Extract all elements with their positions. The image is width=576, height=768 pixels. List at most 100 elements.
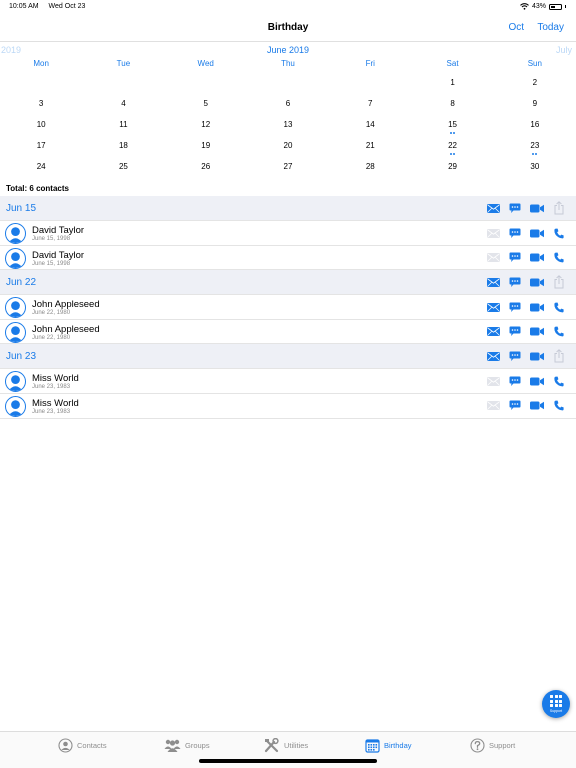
person-circle-icon <box>58 738 73 753</box>
calendar-day[interactable]: 18 <box>82 135 164 156</box>
calendar-day[interactable]: 26 <box>165 156 247 177</box>
call-button[interactable] <box>548 399 570 413</box>
calendar-day[interactable]: 2 <box>494 72 576 93</box>
video-call-button[interactable] <box>526 300 548 314</box>
call-button[interactable] <box>548 300 570 314</box>
next-month-label[interactable]: July <box>556 45 572 55</box>
message-button[interactable] <box>504 399 526 413</box>
email-button[interactable] <box>482 251 504 265</box>
calendar-day[interactable]: 14 <box>329 114 411 135</box>
calendar-day[interactable]: 8 <box>411 93 493 114</box>
group-actions <box>482 275 570 289</box>
calendar-day[interactable]: 17 <box>0 135 82 156</box>
video-call-button[interactable] <box>526 325 548 339</box>
message-button[interactable] <box>504 300 526 314</box>
group-message-button[interactable] <box>504 275 526 289</box>
message-button[interactable] <box>504 325 526 339</box>
tab-contacts[interactable]: Contacts <box>58 738 107 753</box>
group-email-button[interactable] <box>482 275 504 289</box>
fab-label: Support <box>549 708 563 713</box>
calendar-day-number: 12 <box>201 120 211 129</box>
calendar-day-number: 20 <box>283 141 293 150</box>
video-call-button[interactable] <box>526 251 548 265</box>
message-button[interactable] <box>504 251 526 265</box>
calendar-day-number: 7 <box>368 99 373 108</box>
navigation-bar: Birthday Oct Today <box>0 14 576 42</box>
group-video-button[interactable] <box>526 201 548 215</box>
calendar-day[interactable]: 29 <box>411 156 493 177</box>
mail-icon <box>486 401 500 411</box>
calendar-day[interactable]: 19 <box>165 135 247 156</box>
calendar-day[interactable]: 28 <box>329 156 411 177</box>
video-call-icon <box>530 401 544 410</box>
calendar-day[interactable]: 11 <box>82 114 164 135</box>
email-button[interactable] <box>482 325 504 339</box>
calendar-day[interactable]: 24 <box>0 156 82 177</box>
contact-row[interactable]: John Appleseed June 22, 1980 <box>0 319 576 345</box>
calendar-day[interactable]: 23 <box>494 135 576 156</box>
today-button[interactable]: Today <box>537 22 564 33</box>
avatar <box>5 223 26 244</box>
calendar-day[interactable]: 3 <box>0 93 82 114</box>
calendar-day[interactable]: 16 <box>494 114 576 135</box>
calendar-day[interactable]: 7 <box>329 93 411 114</box>
calendar-day-number: 14 <box>365 120 375 129</box>
message-button[interactable] <box>504 226 526 240</box>
call-button[interactable] <box>548 374 570 388</box>
contact-row[interactable]: David Taylor June 15, 1998 <box>0 221 576 246</box>
calendar-day[interactable]: 9 <box>494 93 576 114</box>
contact-row[interactable]: Miss World June 23, 1983 <box>0 393 576 419</box>
month-button[interactable]: Oct <box>508 22 524 33</box>
email-button[interactable] <box>482 399 504 413</box>
tab-birthday[interactable]: Birthday <box>365 738 412 753</box>
group-message-button[interactable] <box>504 349 526 363</box>
mail-icon <box>486 376 500 386</box>
group-video-button[interactable] <box>526 349 548 363</box>
current-month-label: June 2019 <box>266 45 310 55</box>
calendar-week: 3 4 5 6 7 8 9 <box>0 93 576 114</box>
calendar-day[interactable]: 22 <box>411 135 493 156</box>
group-message-button[interactable] <box>504 201 526 215</box>
email-button[interactable] <box>482 374 504 388</box>
contact-row[interactable]: David Taylor June 15, 1998 <box>0 245 576 271</box>
group-share-button[interactable] <box>548 275 570 289</box>
weekday-label: Tue <box>116 59 131 68</box>
video-call-button[interactable] <box>526 399 548 413</box>
calendar-day[interactable]: 21 <box>329 135 411 156</box>
calendar-day[interactable]: 25 <box>82 156 164 177</box>
calendar-day[interactable]: 1 <box>411 72 493 93</box>
group-video-button[interactable] <box>526 275 548 289</box>
phone-icon <box>554 376 564 387</box>
call-button[interactable] <box>548 251 570 265</box>
email-button[interactable] <box>482 226 504 240</box>
video-call-button[interactable] <box>526 226 548 240</box>
group-email-button[interactable] <box>482 349 504 363</box>
calendar-day[interactable]: 4 <box>82 93 164 114</box>
calendar-day[interactable]: 20 <box>247 135 329 156</box>
group-email-button[interactable] <box>482 201 504 215</box>
contact-row[interactable]: John Appleseed June 22, 1980 <box>0 295 576 320</box>
tab-groups[interactable]: Groups <box>164 738 210 753</box>
call-button[interactable] <box>548 325 570 339</box>
calendar-day[interactable]: 13 <box>247 114 329 135</box>
calendar-day[interactable]: 30 <box>494 156 576 177</box>
calendar-day[interactable]: 27 <box>247 156 329 177</box>
group-share-button[interactable] <box>548 201 570 215</box>
email-button[interactable] <box>482 300 504 314</box>
calendar-day[interactable]: 15 <box>411 114 493 135</box>
contact-avatar-icon <box>8 326 23 342</box>
call-button[interactable] <box>548 226 570 240</box>
tab-utilities[interactable]: Utilities <box>264 738 308 753</box>
calendar-day[interactable]: 12 <box>165 114 247 135</box>
group-share-button[interactable] <box>548 349 570 363</box>
video-call-button[interactable] <box>526 374 548 388</box>
calendar-day[interactable]: 10 <box>0 114 82 135</box>
calendar-day[interactable]: 6 <box>247 93 329 114</box>
tab-support[interactable]: Support <box>470 738 515 753</box>
calendar-day[interactable]: 5 <box>165 93 247 114</box>
video-call-icon <box>530 303 544 312</box>
calendar-day-number: 15 <box>448 120 457 129</box>
contact-row[interactable]: Miss World June 23, 1983 <box>0 369 576 394</box>
message-button[interactable] <box>504 374 526 388</box>
support-fab-button[interactable]: Support <box>542 690 570 718</box>
